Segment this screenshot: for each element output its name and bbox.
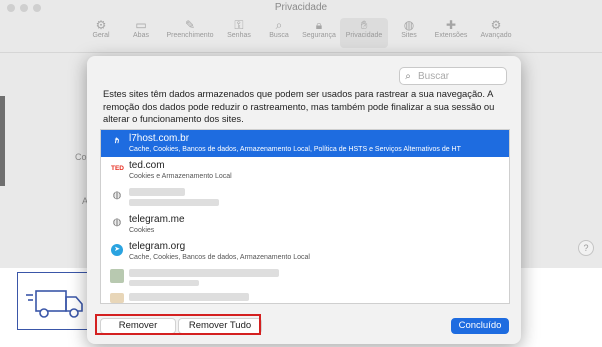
- preferences-toolbar: ⚙ Geral ▭ Abas ✎ Preenchimento ⚿ Senhas …: [82, 18, 518, 48]
- gear-icon: ⚙: [95, 18, 107, 32]
- close-window-button[interactable]: [7, 4, 15, 12]
- tab-label: Abas: [133, 32, 149, 39]
- site-detail: Cookies: [129, 227, 155, 234]
- window-title: Privacidade: [274, 2, 328, 13]
- globe-icon: ◍: [112, 217, 122, 228]
- search-icon: ⌕: [275, 18, 283, 32]
- search-input[interactable]: [416, 69, 504, 83]
- site-name: telegram.me: [129, 214, 185, 225]
- tab-security[interactable]: 🔒︎ Segurança: [300, 18, 338, 48]
- advanced-gear-icon: ⚙: [490, 18, 502, 32]
- tab-label: Sites: [401, 32, 417, 39]
- tab-websites[interactable]: ◍ Sites: [390, 18, 428, 48]
- tab-label: Preenchimento: [166, 32, 214, 39]
- key-icon: ⚿: [234, 18, 244, 32]
- redacted-site-detail: [129, 199, 219, 206]
- list-item[interactable]: ◍: [101, 184, 509, 211]
- zoom-window-button[interactable]: [33, 4, 41, 12]
- site-detail: Cache, Cookies, Bancos de dados, Armazen…: [129, 146, 461, 153]
- tab-extensions[interactable]: ✚ Extensões: [430, 18, 472, 48]
- lock-icon: 🔒︎: [315, 18, 323, 32]
- autofill-icon: ✎: [184, 18, 196, 32]
- list-item[interactable]: [101, 290, 509, 303]
- dialog-description: Estes sites têm dados armazenados que po…: [103, 88, 495, 124]
- redacted-site-detail: [129, 280, 199, 286]
- site-name: l7host.com.br: [129, 133, 190, 144]
- l7host-favicon: ℏ: [111, 136, 123, 148]
- list-item[interactable]: ◍ telegram.me Cookies: [101, 211, 509, 238]
- tab-privacy[interactable]: ✋︎ Privacidade: [340, 18, 388, 48]
- toolbar-divider: [0, 52, 602, 53]
- tab-autofill[interactable]: ✎ Preenchimento: [162, 18, 218, 48]
- website-data-dialog: ⌕ Estes sites têm dados armazenados que …: [87, 56, 521, 344]
- redacted-site-name: [129, 188, 185, 196]
- tab-advanced[interactable]: ⚙ Avançado: [474, 18, 518, 48]
- done-button[interactable]: Concluído: [451, 318, 509, 334]
- tab-passwords[interactable]: ⚿ Senhas: [220, 18, 258, 48]
- remove-button[interactable]: Remover: [100, 318, 176, 334]
- redacted-favicon: [110, 293, 124, 303]
- tab-label: Geral: [92, 32, 110, 39]
- redacted-site-name: [129, 293, 249, 301]
- tab-label: Busca: [269, 32, 289, 39]
- ted-favicon: TED: [111, 165, 124, 172]
- search-field[interactable]: ⌕: [399, 67, 507, 85]
- site-name: ted.com: [129, 160, 165, 171]
- truck-icon: [26, 290, 83, 318]
- help-button[interactable]: ?: [578, 240, 594, 256]
- tab-label: Extensões: [434, 32, 468, 39]
- site-detail: Cookies e Armazenamento Local: [129, 173, 232, 180]
- background-label: Co: [75, 152, 87, 162]
- redacted-favicon: [110, 269, 124, 283]
- redacted-site-name: [129, 269, 279, 277]
- site-detail: Cache, Cookies, Bancos de dados, Armazen…: [129, 254, 310, 261]
- list-item[interactable]: [101, 265, 509, 292]
- tab-label: Avançado: [480, 32, 512, 39]
- window-controls: [7, 4, 41, 12]
- tab-tabs[interactable]: ▭ Abas: [122, 18, 160, 48]
- list-item[interactable]: ➤ telegram.org Cache, Cookies, Bancos de…: [101, 238, 509, 265]
- globe-icon: ◍: [112, 190, 122, 201]
- tab-label: Privacidade: [345, 32, 383, 39]
- puzzle-icon: ✚: [445, 18, 457, 32]
- tab-search[interactable]: ⌕ Busca: [260, 18, 298, 48]
- minimize-window-button[interactable]: [20, 4, 28, 12]
- tab-label: Segurança: [302, 32, 336, 39]
- list-item[interactable]: TED ted.com Cookies e Armazenamento Loca…: [101, 157, 509, 184]
- tab-label: Senhas: [227, 32, 251, 39]
- background-edge: [0, 96, 5, 186]
- tab-general[interactable]: ⚙ Geral: [82, 18, 120, 48]
- remove-all-button[interactable]: Remover Tudo: [178, 318, 262, 334]
- website-data-list[interactable]: ℏ l7host.com.br Cache, Cookies, Bancos d…: [100, 129, 510, 304]
- search-icon: ⌕: [405, 70, 411, 82]
- telegram-favicon: ➤: [111, 244, 123, 256]
- globe-icon: ◍: [403, 18, 415, 32]
- tabs-icon: ▭: [135, 18, 147, 32]
- site-name: telegram.org: [129, 241, 186, 252]
- hand-icon: ✋︎: [360, 18, 368, 32]
- list-item[interactable]: ℏ l7host.com.br Cache, Cookies, Bancos d…: [101, 130, 509, 157]
